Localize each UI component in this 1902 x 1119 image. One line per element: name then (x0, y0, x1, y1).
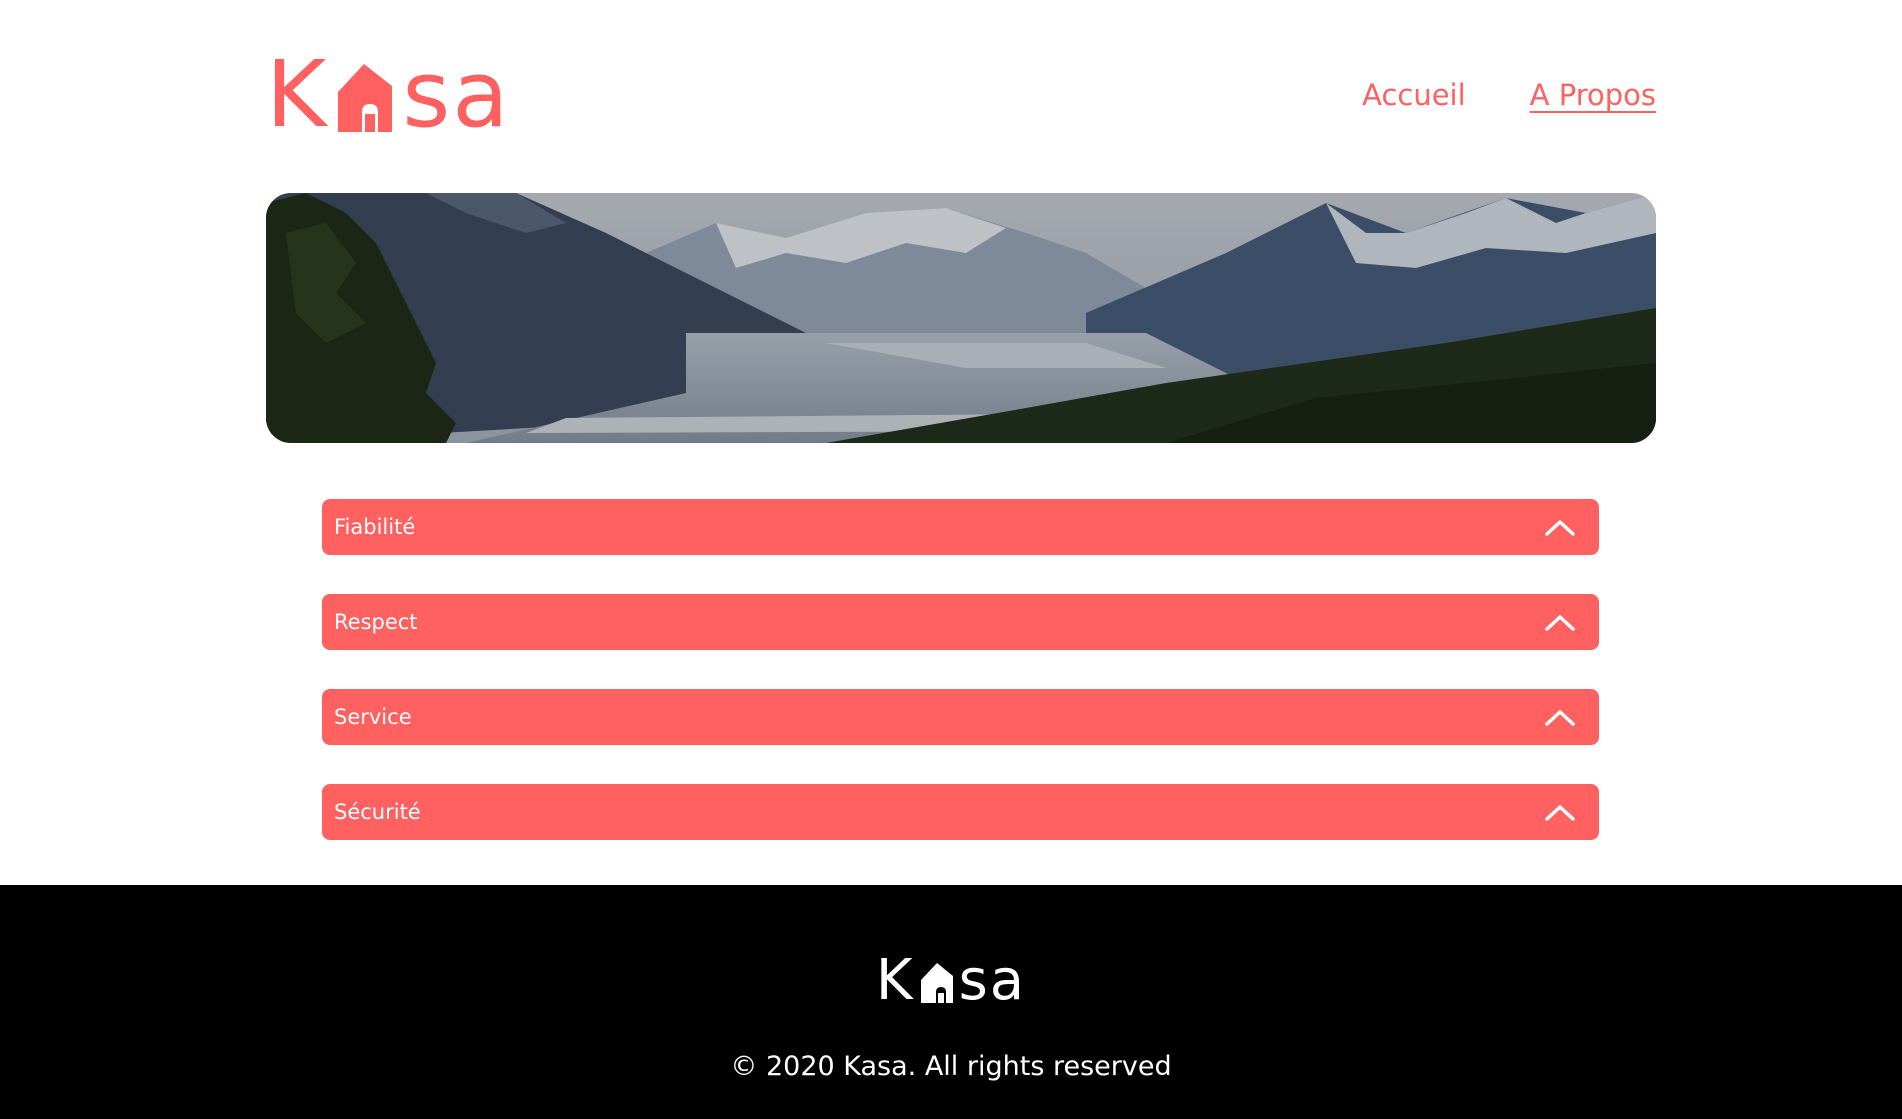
chevron-up-icon[interactable] (1543, 705, 1577, 729)
header: K sa Accueil A Propos (266, 41, 1656, 148)
chevron-up-icon[interactable] (1543, 610, 1577, 634)
house-icon (330, 56, 400, 134)
chevron-up-icon[interactable] (1543, 515, 1577, 539)
collapse-title: Respect (334, 610, 418, 634)
collapse-respect[interactable]: Respect (322, 594, 1599, 650)
collapse-fiabilite[interactable]: Fiabilité (322, 499, 1599, 555)
collapse-title: Service (334, 705, 412, 729)
collapse-securite[interactable]: Sécurité (322, 784, 1599, 840)
collapse-list: Fiabilité Respect Service Sécurité (322, 499, 1599, 879)
logo-letter-k: K (266, 41, 329, 148)
collapse-title: Fiabilité (334, 515, 416, 539)
footer-kasa-logo[interactable]: K sa (0, 953, 1902, 1009)
banner-image (266, 193, 1656, 443)
nav-link-a-propos[interactable]: A Propos (1530, 78, 1656, 112)
footer-logo-letter-k: K (875, 948, 915, 1013)
collapse-service[interactable]: Service (322, 689, 1599, 745)
chevron-up-icon[interactable] (1543, 800, 1577, 824)
copyright-text: © 2020 Kasa. All rights reserved (730, 1051, 1172, 1082)
main-nav: Accueil A Propos (1362, 78, 1656, 112)
collapse-title: Sécurité (334, 800, 421, 824)
house-icon (917, 958, 957, 1004)
kasa-logo[interactable]: K sa (266, 41, 511, 148)
logo-letters-sa: sa (402, 41, 511, 148)
footer: K sa © 2020 Kasa. All rights reserved (0, 885, 1902, 1119)
footer-logo-letters-sa: sa (958, 948, 1027, 1013)
page: K sa Accueil A Propos Fiabilité Respect … (0, 0, 1902, 1119)
nav-link-accueil[interactable]: Accueil (1362, 78, 1466, 112)
